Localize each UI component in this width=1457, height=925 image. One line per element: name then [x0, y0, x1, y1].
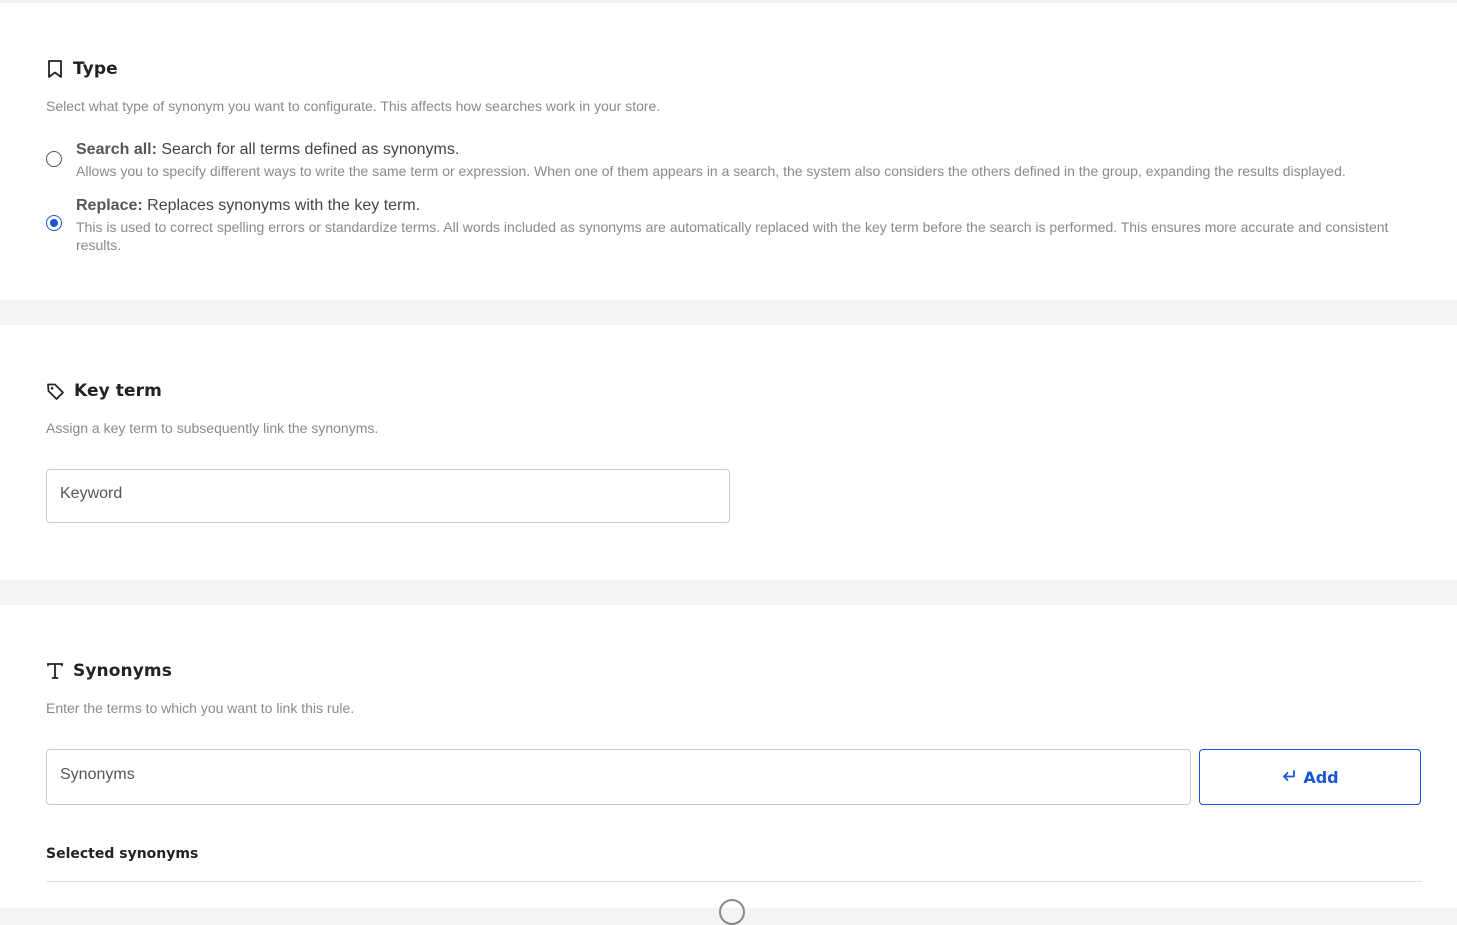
selected-synonyms-label: Selected synonyms: [46, 846, 199, 862]
type-description: Select what type of synonym you want to …: [46, 98, 661, 114]
type-title: Type: [73, 59, 118, 79]
radio-search-all[interactable]: [46, 151, 62, 167]
key-term-description: Assign a key term to subsequently link t…: [46, 420, 379, 436]
selected-synonyms-divider: [46, 881, 1422, 882]
bookmark-icon: [46, 59, 64, 79]
synonyms-section: Synonyms Enter the terms to which you wa…: [0, 605, 1457, 925]
tag-icon: [46, 382, 65, 401]
option-search-all-description: Allows you to specify different ways to …: [76, 163, 1346, 179]
synonyms-title: Synonyms: [73, 661, 172, 681]
text-icon: [46, 662, 64, 680]
synonyms-input[interactable]: [47, 750, 1190, 804]
key-term-section: Key term Assign a key term to subsequent…: [0, 325, 1457, 580]
radio-replace[interactable]: [46, 215, 62, 231]
add-button[interactable]: Add: [1199, 749, 1421, 805]
key-term-header: Key term: [46, 381, 162, 401]
keyword-field[interactable]: [46, 469, 730, 523]
option-replace-label: Replace: Replaces synonyms with the key …: [76, 197, 421, 214]
option-replace-description: This is used to correct spelling errors …: [76, 219, 1389, 253]
type-header: Type: [46, 59, 118, 79]
option-search-all-label: Search all: Search for all terms defined…: [76, 141, 460, 158]
synonyms-field[interactable]: [46, 749, 1191, 805]
keyword-input[interactable]: [47, 470, 729, 522]
type-section: Type Select what type of synonym you wan…: [0, 3, 1457, 300]
synonyms-header: Synonyms: [46, 661, 172, 681]
info-circle-icon: [719, 899, 745, 925]
synonyms-description: Enter the terms to which you want to lin…: [46, 700, 355, 716]
add-button-label: Add: [1303, 767, 1339, 787]
key-term-title: Key term: [74, 381, 162, 401]
enter-return-icon: [1281, 768, 1303, 787]
